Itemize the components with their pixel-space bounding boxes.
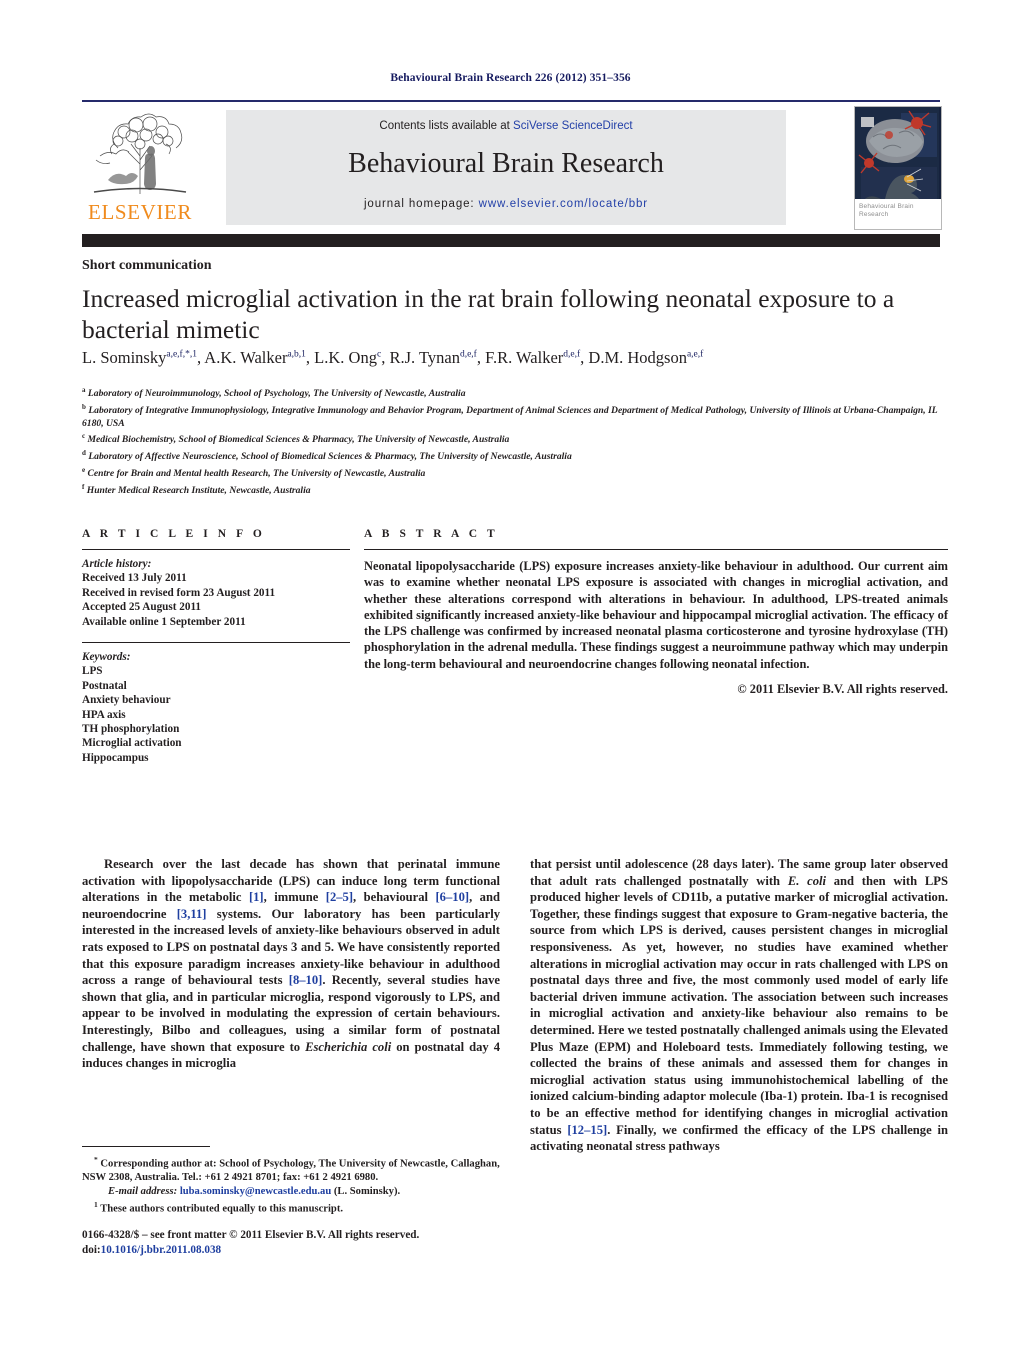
contents-banner: Contents lists available at SciVerse Sci… [226,110,786,225]
affiliation-text-c: Medical Biochemistry, School of Biomedic… [87,434,510,446]
journal-homepage-link[interactable]: www.elsevier.com/locate/bbr [479,198,648,210]
elsevier-logo: ELSEVIER [84,108,196,228]
history-item: Accepted 25 August 2011 [82,601,202,614]
article-info-box: A R T I C L E I N F O Article history: R… [82,528,350,765]
author-list: L. Sominskya,e,f,*,1, A.K. Walkera,b,1, … [82,348,704,367]
contents-line: Contents lists available at SciVerse Sci… [226,120,786,132]
affiliation-d: d Laboratory of Affective Neuroscience, … [82,447,948,464]
footnote-rule [82,1146,210,1147]
keyword-item: TH phosphorylation [82,723,180,736]
affiliation-list: a Laboratory of Neuroimmunology, School … [82,384,948,497]
footnote-block: * Corresponding author at: School of Psy… [82,1146,500,1216]
history-item: Available online 1 September 2011 [82,615,246,628]
affiliation-b: b Laboratory of Integrative Immunophysio… [82,401,948,430]
imprint-block: 0166-4328/$ – see front matter © 2011 El… [82,1228,512,1257]
homepage-prefix: journal homepage: [363,198,479,210]
abstract-box: A B S T R A C T Neonatal lipopolysacchar… [364,528,948,697]
abstract-copyright: © 2011 Elsevier B.V. All rights reserved… [737,682,948,697]
affiliation-text-f: Hunter Medical Research Institute, Newca… [86,484,311,496]
email-suffix: (L. Sominsky). [331,1185,401,1197]
front-matter-line: 0166-4328/$ – see front matter © 2011 El… [82,1229,420,1241]
abstract-text: Neonatal lipopolysaccharide (LPS) exposu… [364,559,948,671]
keyword-item: LPS [82,665,103,678]
elsevier-tree-icon [93,113,187,194]
keyword-item: HPA axis [82,708,126,721]
cover-caption: Behavioural Brain Research [855,199,941,229]
elsevier-wordmark: ELSEVIER [88,200,192,224]
article-category: Short communication [82,258,212,273]
equal-contribution-note: 1 These authors contributed equally to t… [94,1200,343,1215]
abstract-heading: A B S T R A C T [364,528,499,540]
affiliation-text-d: Laboratory of Affective Neuroscience, Sc… [88,451,572,463]
body-paragraph: Research over the last decade has shown … [82,857,500,1071]
sciencedirect-link[interactable]: SciVerse ScienceDirect [513,120,633,132]
keyword-item: Postnatal [82,679,127,692]
body-column-right: that persist until adolescence (28 days … [530,856,948,1155]
body-column-left: Research over the last decade has shown … [82,856,500,1072]
affiliation-mark-a: a [82,386,86,394]
keywords-block: Keywords: LPS Postnatal Anxiety behaviou… [82,642,350,765]
doi-line: doi:10.1016/j.bbr.2011.08.038 [82,1243,512,1258]
keyword-item: Anxiety behaviour [82,694,171,707]
affiliation-text-a: Laboratory of Neuroimmunology, School of… [87,388,466,400]
affiliation-c: c Medical Biochemistry, School of Biomed… [82,430,948,447]
journal-cover-thumbnail: Behavioural Brain Research [854,106,942,230]
article-history: Article history: Received 13 July 2011 R… [82,550,350,629]
corresponding-author-note: * Corresponding author at: School of Psy… [82,1155,500,1184]
email-label: E-mail address: [108,1185,178,1197]
affiliation-text-e: Centre for Brain and Mental health Resea… [87,467,426,479]
journal-masthead: ELSEVIER Contents lists available at Sci… [82,100,942,230]
keyword-item: Hippocampus [82,751,149,764]
affiliation-mark-f: f [82,482,85,491]
section-divider-bar [82,234,940,247]
affiliation-mark-e: e [82,465,86,474]
keywords-label: Keywords: [82,651,131,664]
keyword-item: Microglial activation [82,737,182,750]
affiliation-mark-d: d [82,448,86,457]
journal-homepage-line: journal homepage: www.elsevier.com/locat… [226,198,786,210]
affiliation-e: e Centre for Brain and Mental health Res… [82,464,948,481]
body-paragraph: that persist until adolescence (28 days … [530,857,948,1154]
affiliation-f: f Hunter Medical Research Institute, New… [82,481,948,498]
affiliation-mark-c: c [82,432,86,441]
article-title: Increased microglial activation in the r… [82,284,895,344]
running-head: Behavioural Brain Research 226 (2012) 35… [390,72,631,84]
doi-link[interactable]: 10.1016/j.bbr.2011.08.038 [101,1244,222,1256]
contents-prefix: Contents lists available at [379,120,514,132]
affiliation-text-b: Laboratory of Integrative Immunophysiolo… [82,404,938,429]
email-link[interactable]: luba.sominsky@newcastle.edu.au [180,1186,331,1197]
history-item: Received in revised form 23 August 2011 [82,586,276,599]
journal-title: Behavioural Brain Research [348,148,664,179]
history-item: Received 13 July 2011 [82,572,187,585]
article-history-label: Article history: [82,558,152,570]
article-first-page: Behavioural Brain Research 226 (2012) 35… [0,0,1021,1351]
affiliation-a: a Laboratory of Neuroimmunology, School … [82,384,948,401]
email-note: E-mail address: luba.sominsky@newcastle.… [82,1185,500,1199]
affiliation-mark-b: b [82,402,86,411]
article-info-heading: A R T I C L E I N F O [82,528,266,540]
doi-label: doi: [82,1243,101,1256]
